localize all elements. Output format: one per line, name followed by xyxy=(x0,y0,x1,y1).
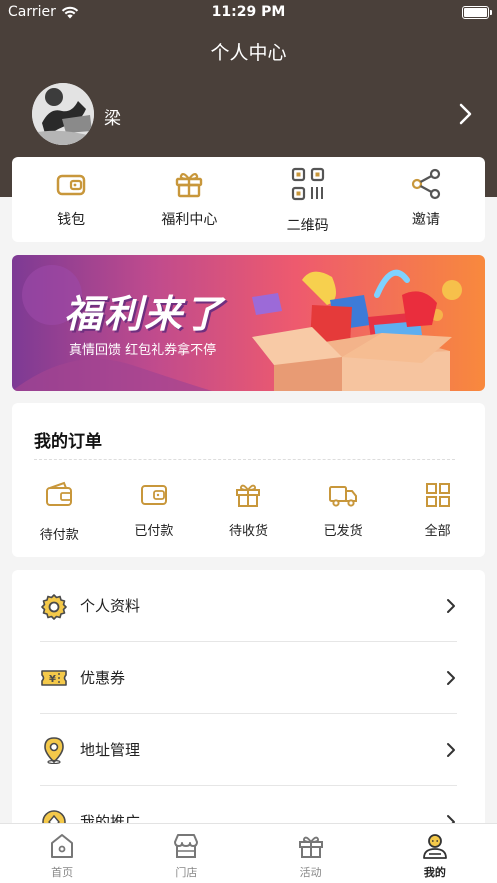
chevron-right-icon xyxy=(447,742,455,757)
orders-divider xyxy=(34,459,455,460)
truck-icon xyxy=(329,486,358,507)
quick-qrcode[interactable]: 二维码 xyxy=(249,157,367,242)
orders-title: 我的订单 xyxy=(34,432,102,452)
gear-icon xyxy=(41,593,67,620)
order-awaiting-receipt[interactable]: 待收货 xyxy=(201,480,296,543)
wallet-pending-icon xyxy=(46,481,73,506)
tab-home[interactable]: 首页 xyxy=(0,824,124,883)
order-shipped[interactable]: 已发货 xyxy=(296,480,391,543)
banner-subtitle: 真情回馈 红包礼券拿不停 xyxy=(69,343,217,358)
store-icon xyxy=(174,834,199,858)
page-title: 个人中心 xyxy=(210,42,287,64)
wallet-paid-icon xyxy=(140,485,167,505)
tab-mine[interactable]: 我的 xyxy=(373,824,497,883)
quick-actions-card: 钱包 福利中心 二维码 邀请 xyxy=(12,157,485,242)
status-bar: Carrier 11:29 PM xyxy=(0,0,497,26)
tab-bar: 首页 门店 活动 我的 xyxy=(0,823,497,883)
tab-store-label: 门店 xyxy=(175,866,198,879)
tab-store[interactable]: 门店 xyxy=(124,824,248,883)
coupon-icon: ¥ xyxy=(41,669,67,686)
chevron-right-icon xyxy=(447,670,455,685)
order-all[interactable]: 全部 xyxy=(390,480,485,543)
promo-banner[interactable]: 福利来了 真情回馈 红包礼券拿不停 xyxy=(12,255,485,391)
chevron-right-icon xyxy=(447,598,455,613)
menu-item-coupons-label: 优惠券 xyxy=(80,669,126,687)
order-pending-payment[interactable]: 待付款 xyxy=(12,480,107,543)
tab-activity[interactable]: 活动 xyxy=(249,824,373,883)
tab-activity-label: 活动 xyxy=(299,866,322,879)
quick-invite-label: 邀请 xyxy=(411,212,440,228)
user-icon xyxy=(422,834,447,859)
orders-card: 我的订单 待付款 已付款 待收货 已发货 全部 xyxy=(12,403,485,557)
location-pin-icon xyxy=(44,736,64,764)
tab-mine-label: 我的 xyxy=(423,866,446,879)
order-shipped-label: 已发货 xyxy=(323,524,363,539)
order-paid[interactable]: 已付款 xyxy=(107,480,202,543)
order-pending-payment-label: 待付款 xyxy=(39,528,79,543)
settings-menu: 个人资料 ¥ 优惠券 地址管理 我的推广 xyxy=(12,570,485,840)
menu-item-profile-label: 个人资料 xyxy=(80,597,141,615)
status-time: 11:29 PM xyxy=(211,4,286,20)
quick-welfare[interactable]: 福利中心 xyxy=(130,157,248,242)
grid-icon xyxy=(425,483,450,507)
order-awaiting-receipt-label: 待收货 xyxy=(228,524,268,539)
menu-item-address-label: 地址管理 xyxy=(80,741,141,759)
username[interactable]: 梁 xyxy=(104,104,121,129)
quick-wallet-label: 钱包 xyxy=(57,212,86,228)
gift-pending-icon xyxy=(236,484,261,507)
qr-code-icon xyxy=(291,167,324,201)
chevron-right-icon[interactable] xyxy=(453,100,477,128)
orders-row: 待付款 已付款 待收货 已发货 全部 xyxy=(12,480,485,543)
svg-text:¥: ¥ xyxy=(49,674,56,685)
quick-invite[interactable]: 邀请 xyxy=(367,157,485,242)
order-all-label: 全部 xyxy=(424,524,451,539)
order-paid-label: 已付款 xyxy=(134,524,174,539)
quick-wallet[interactable]: 钱包 xyxy=(12,157,130,242)
menu-item-profile[interactable]: 个人资料 xyxy=(40,570,457,642)
menu-item-coupons[interactable]: ¥ 优惠券 xyxy=(40,642,457,714)
wallet-icon xyxy=(56,174,86,196)
menu-item-address[interactable]: 地址管理 xyxy=(40,714,457,786)
avatar[interactable] xyxy=(32,83,94,145)
quick-welfare-label: 福利中心 xyxy=(161,212,218,228)
banner-headline: 福利来了 xyxy=(64,292,225,336)
gift-tab-icon xyxy=(298,836,323,858)
home-icon xyxy=(51,834,74,858)
tab-home-label: 首页 xyxy=(51,866,74,879)
battery-icon xyxy=(462,6,492,19)
quick-qrcode-label: 二维码 xyxy=(286,218,329,234)
share-icon xyxy=(411,168,440,200)
gift-box-icon xyxy=(176,172,203,198)
